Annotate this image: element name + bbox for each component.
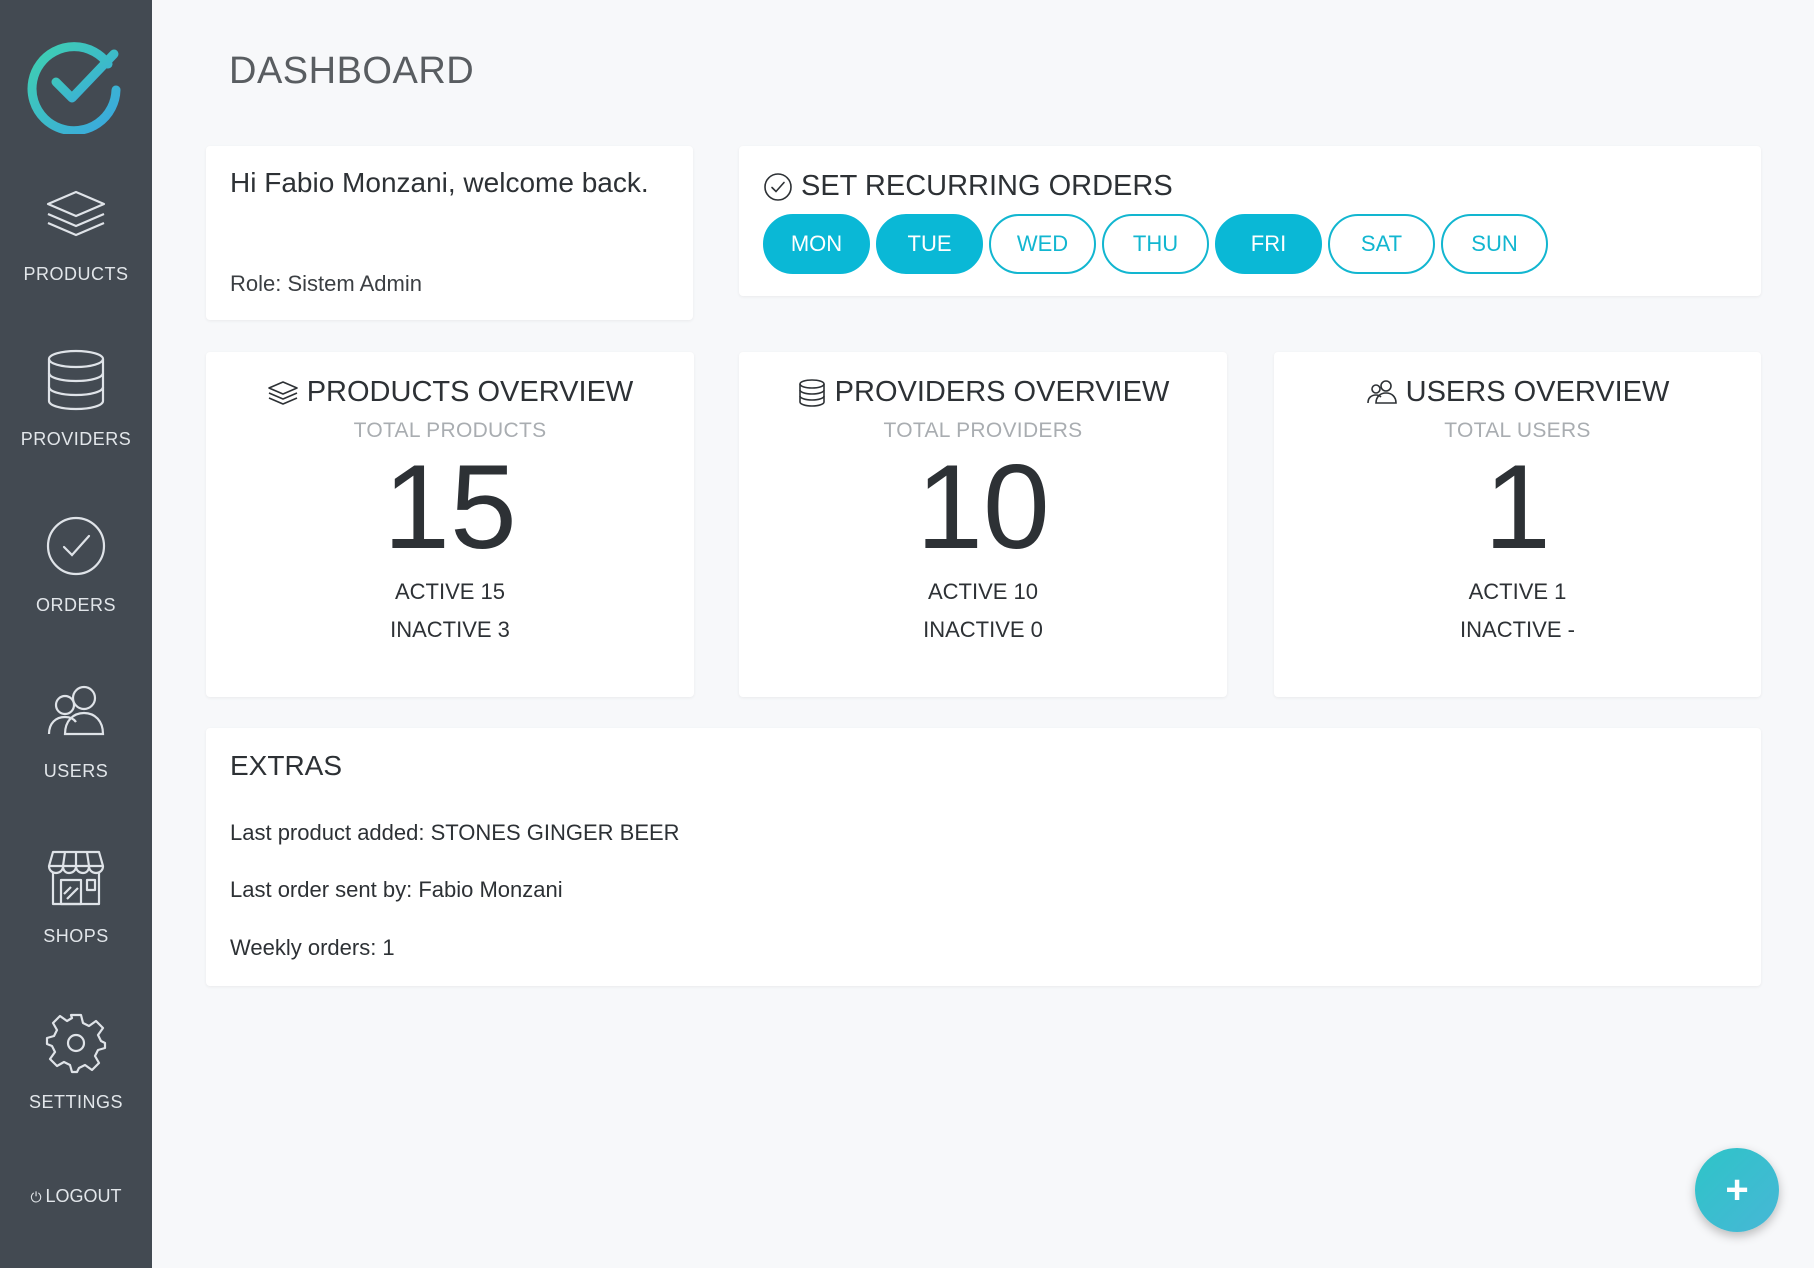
products-overview-card: PRODUCTS OVERVIEW TOTAL PRODUCTS 15 ACTI… — [206, 352, 694, 697]
sidebar-item-shops[interactable]: SHOPS — [0, 844, 152, 994]
overview-title: USERS OVERVIEW — [1405, 376, 1670, 408]
extras-title: EXTRAS — [230, 750, 343, 781]
sidebar-item-orders[interactable]: ORDERS — [0, 513, 152, 663]
database-icon — [798, 378, 825, 407]
page-title: DASHBOARD — [229, 50, 475, 92]
gear-icon — [45, 1013, 107, 1074]
check-circle-icon — [764, 172, 792, 201]
day-toggle-tue[interactable]: TUE — [876, 214, 983, 274]
layers-icon — [267, 380, 298, 405]
add-button[interactable]: + — [1695, 1148, 1779, 1232]
products-overview-header: PRODUCTS OVERVIEW — [206, 376, 694, 409]
last-order-sent-by: Last order sent by: Fabio Monzani — [230, 877, 563, 902]
active-count: ACTIVE 1 — [1468, 579, 1567, 604]
sidebar-item-users[interactable]: USERS — [0, 679, 152, 829]
users-icon — [47, 685, 105, 736]
sidebar: PRODUCTS PROVIDERS ORDERS USERS SHOPS SE… — [0, 0, 152, 1268]
recurring-orders-title: SET RECURRING ORDERS — [801, 170, 1173, 202]
shop-icon — [47, 850, 105, 906]
sidebar-item-settings[interactable]: SETTINGS — [0, 1010, 152, 1160]
active-count: ACTIVE 10 — [927, 579, 1039, 604]
day-toggle-fri[interactable]: FRI — [1215, 214, 1322, 274]
sidebar-item-label: SETTINGS — [28, 1092, 123, 1112]
logout-button[interactable]: ⏻ LOGOUT — [0, 1186, 152, 1207]
total-users-count: 1 — [1484, 440, 1551, 574]
active-count: ACTIVE 15 — [394, 579, 506, 604]
total-products-count: 15 — [383, 440, 517, 574]
check-circle-icon — [46, 516, 106, 576]
power-icon: ⏻ — [30, 1189, 42, 1205]
last-product-added: Last product added: STONES GINGER BEER — [230, 820, 680, 845]
welcome-card: Hi Fabio Monzani, welcome back. Role: Si… — [206, 146, 693, 320]
recurring-orders-header: SET RECURRING ORDERS — [763, 170, 1173, 203]
overview-title: PRODUCTS OVERVIEW — [306, 376, 634, 408]
users-overview-header: USERS OVERVIEW — [1274, 376, 1761, 409]
app-logo-icon[interactable] — [26, 34, 126, 134]
recurring-orders-card: SET RECURRING ORDERS MON TUE WED THU FRI… — [739, 146, 1761, 296]
day-toggle-thu[interactable]: THU — [1102, 214, 1209, 274]
users-icon — [1366, 379, 1397, 404]
sidebar-item-label: SHOPS — [43, 926, 109, 946]
sidebar-item-products[interactable]: PRODUCTS — [0, 182, 152, 332]
logout-label: LOGOUT — [45, 1186, 122, 1206]
sidebar-item-providers[interactable]: PROVIDERS — [0, 347, 152, 497]
weekly-orders: Weekly orders: 1 — [230, 935, 395, 960]
database-icon — [47, 349, 105, 411]
day-toggle-wed[interactable]: WED — [989, 214, 1096, 274]
sidebar-item-label: ORDERS — [35, 595, 116, 615]
layers-icon — [46, 190, 106, 237]
providers-overview-header: PROVIDERS OVERVIEW — [739, 376, 1227, 409]
users-overview-card: USERS OVERVIEW TOTAL USERS 1 ACTIVE 1 IN… — [1274, 352, 1761, 697]
overview-title: PROVIDERS OVERVIEW — [834, 376, 1170, 408]
providers-overview-card: PROVIDERS OVERVIEW TOTAL PROVIDERS 10 AC… — [739, 352, 1227, 697]
day-toggle-sun[interactable]: SUN — [1441, 214, 1548, 274]
inactive-count: INACTIVE 3 — [390, 617, 510, 642]
day-toggle-sat[interactable]: SAT — [1328, 214, 1435, 274]
day-toggle-mon[interactable]: MON — [763, 214, 870, 274]
sidebar-item-label: USERS — [43, 761, 109, 781]
sidebar-item-label: PROVIDERS — [20, 429, 132, 449]
plus-icon: + — [1725, 1167, 1749, 1212]
total-providers-count: 10 — [916, 440, 1050, 574]
user-role: Role: Sistem Admin — [230, 271, 422, 296]
sidebar-item-label: PRODUCTS — [23, 264, 129, 284]
inactive-count: INACTIVE 0 — [923, 617, 1043, 642]
day-selector: MON TUE WED THU FRI SAT SUN — [763, 214, 1548, 274]
extras-card: EXTRAS Last product added: STONES GINGER… — [206, 728, 1761, 986]
welcome-greeting: Hi Fabio Monzani, welcome back. — [230, 167, 649, 198]
inactive-count: INACTIVE - — [1460, 617, 1575, 642]
